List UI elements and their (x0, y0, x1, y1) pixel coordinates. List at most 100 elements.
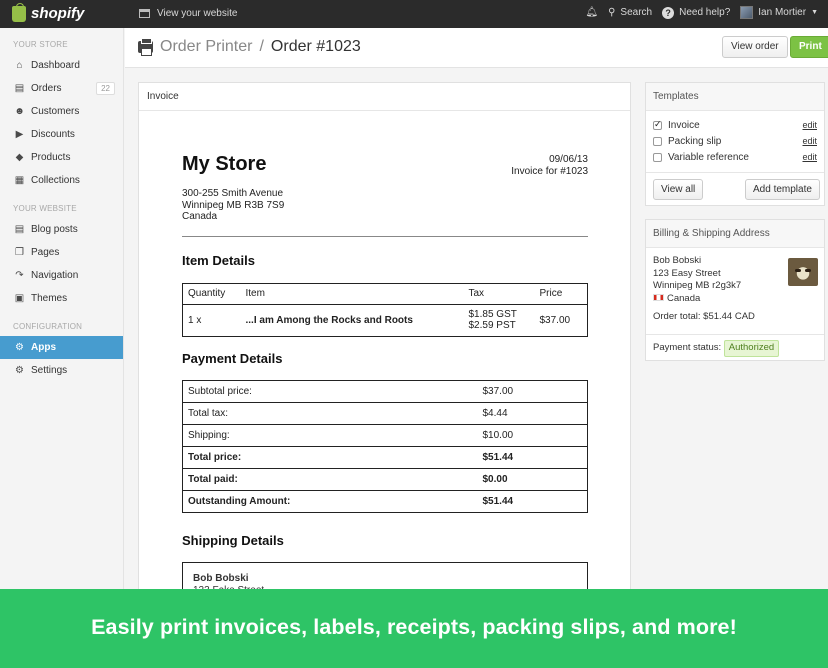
orders-count-badge: 22 (96, 82, 115, 95)
template-label: Packing slip (668, 135, 722, 147)
payment-status-row: Payment status: Authorized (646, 340, 780, 357)
sidebar-item-label: Navigation (31, 270, 79, 281)
templates-title: Templates (646, 83, 824, 111)
sidebar-item-collections[interactable]: ▦ Collections (0, 169, 123, 192)
template-label: Invoice (668, 119, 700, 131)
table-row: 1 x ...I am Among the Rocks and Roots $1… (182, 303, 588, 337)
help-icon: ? (662, 6, 675, 19)
sidebar-item-pages[interactable]: ❐ Pages (0, 241, 123, 264)
sidebar-item-label: Themes (31, 293, 68, 304)
sidebar-item-label: Blog posts (31, 224, 78, 235)
payment-status-label: Payment status: (653, 342, 722, 353)
invoice-date: 09/06/13 (549, 154, 588, 165)
template-item-variable-reference[interactable]: Variable reference edit (646, 149, 824, 165)
payment-table: Subtotal price: $37.00 Total tax: $4.44 Sh… (182, 379, 588, 513)
invoice-meta: 09/06/13 Invoice for #1023 (511, 154, 588, 178)
page-header: Order Printer / Order #1023 View order P… (125, 28, 828, 68)
sidebar-item-navigation[interactable]: ↷ Navigation (0, 264, 123, 287)
payment-value: $4.44 (477, 401, 588, 425)
search-button[interactable]: ⚲ Search (608, 7, 652, 18)
collections-icon: ▦ (14, 175, 25, 186)
shopify-logo[interactable]: shopify (12, 2, 84, 22)
template-item-invoice[interactable]: Invoice edit (646, 117, 824, 133)
templates-panel: Templates Invoice edit Packing slip edit… (645, 82, 825, 206)
sidebar-item-dashboard[interactable]: ⌂ Dashboard (0, 54, 123, 77)
sidebar-item-label: Orders (31, 83, 62, 94)
payment-label: Total price: (182, 445, 478, 469)
divider (646, 172, 824, 173)
view-order-button[interactable]: View order (722, 36, 788, 58)
billing-country-label: Canada (667, 292, 701, 304)
view-website-link[interactable]: View your website (139, 8, 237, 19)
payment-label: Total tax: (182, 401, 478, 425)
items-table: Quantity Item Tax Price 1 x ...I am Amon… (182, 282, 588, 337)
canada-flag-icon (653, 294, 664, 302)
sidebar-item-apps[interactable]: ⚙ Apps (0, 336, 123, 359)
user-name: Ian Mortier (758, 7, 807, 18)
sidebar-section-title: CONFIGURATION (13, 322, 83, 331)
page-title: Order Printer / Order #1023 (138, 38, 361, 56)
edit-link[interactable]: edit (802, 152, 817, 162)
home-icon: ⌂ (16, 60, 23, 71)
item-tax: $1.85 GST $2.59 PST (463, 303, 535, 337)
sidebar-item-label: Collections (31, 175, 80, 186)
template-checkbox[interactable] (653, 152, 662, 162)
address-line: Canada (182, 211, 218, 222)
sidebar-item-blog-posts[interactable]: ▤ Blog posts (0, 218, 123, 241)
pages-icon: ❐ (15, 247, 24, 258)
payment-value: $37.00 (477, 379, 588, 403)
breadcrumb-current: Order #1023 (270, 38, 361, 55)
customer-avatar (788, 258, 818, 286)
table-header-row: Quantity Item Tax Price (182, 282, 588, 305)
edit-link[interactable]: edit (802, 136, 817, 146)
help-button[interactable]: ? Need help? (662, 6, 730, 19)
shipping-name: Bob Bobski (193, 572, 249, 584)
megaphone-icon: ▶ (15, 129, 24, 140)
billing-shipping-panel: Billing & Shipping Address Bob Bobski 12… (645, 219, 825, 361)
sidebar-item-label: Settings (31, 365, 68, 376)
invoice-for: Invoice for #1023 (511, 166, 588, 177)
edit-link[interactable]: edit (802, 120, 817, 130)
payment-label: Shipping: (182, 423, 478, 447)
address-line: 300-255 Smith Avenue (182, 188, 284, 199)
customers-icon: ☻ (14, 106, 25, 117)
item-name: ...I am Among the Rocks and Roots (240, 303, 464, 337)
template-checkbox[interactable] (653, 119, 662, 130)
sidebar-item-discounts[interactable]: ▶ Discounts (0, 123, 123, 146)
address-line: Winnipeg MB R3B 7S9 (182, 199, 285, 211)
breadcrumb-order-printer[interactable]: Order Printer (160, 38, 252, 56)
sidebar-item-settings[interactable]: ⚙ Settings (0, 359, 123, 382)
notifications-button[interactable]: 🔔︎ (585, 7, 598, 18)
invoice-document: My Store 09/06/13 Invoice for #1023 300-… (182, 153, 588, 601)
payment-value: $10.00 (477, 423, 588, 447)
item-qty: 1 x (182, 303, 241, 337)
print-button[interactable]: Print (790, 36, 828, 58)
status-badge: Authorized (723, 340, 780, 357)
template-checkbox[interactable] (653, 136, 662, 146)
payment-value: $0.00 (477, 467, 588, 491)
search-icon: ⚲ (608, 7, 616, 18)
sidebar-item-products[interactable]: ◆ Products (0, 146, 123, 169)
template-item-packing-slip[interactable]: Packing slip edit (646, 133, 824, 149)
view-website-label: View your website (157, 8, 238, 19)
table-row: Total tax: $4.44 (182, 401, 588, 425)
apps-icon: ⚙ (15, 342, 24, 353)
gear-icon: ⚙ (15, 365, 24, 376)
add-template-button[interactable]: Add template (745, 179, 820, 200)
sidebar-item-customers[interactable]: ☻ Customers (0, 100, 123, 123)
payment-label: Total paid: (182, 467, 478, 491)
window-icon (139, 9, 150, 18)
sidebar-item-label: Customers (31, 106, 80, 117)
table-row: Outstanding Amount: $51.44 (182, 489, 588, 513)
column-header: Tax (463, 282, 535, 305)
sidebar-item-label: Discounts (31, 129, 75, 140)
billing-title: Billing & Shipping Address (646, 220, 824, 248)
sidebar-item-themes[interactable]: ▣ Themes (0, 287, 123, 310)
sidebar-item-orders[interactable]: ▤ Orders 22 (0, 77, 123, 100)
view-all-button[interactable]: View all (653, 179, 704, 200)
table-row: Subtotal price: $37.00 (182, 379, 588, 403)
table-row: Shipping: $10.00 (182, 423, 588, 447)
divider (646, 334, 824, 335)
user-menu[interactable]: Ian Mortier ▼ (740, 6, 818, 19)
sidebar-section-title: YOUR STORE (13, 40, 68, 49)
